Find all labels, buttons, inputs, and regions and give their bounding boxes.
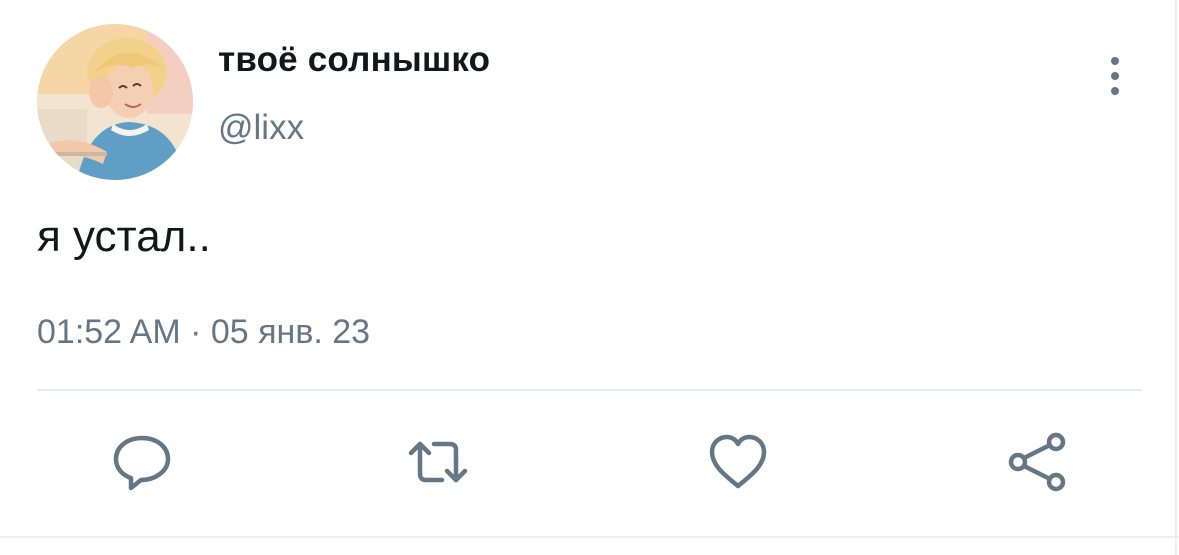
tweet-timestamp[interactable]: 01:52 AM · 05 янв. 23 — [37, 313, 370, 352]
divider — [37, 389, 1142, 391]
user-handle[interactable]: @lixx — [218, 108, 304, 148]
retweet-icon — [408, 441, 468, 483]
share-button[interactable] — [1004, 430, 1068, 494]
avatar[interactable] — [37, 24, 193, 180]
retweet-button[interactable] — [406, 430, 470, 494]
tweet-text: я устал.. — [37, 212, 211, 261]
share-icon — [1008, 432, 1066, 492]
tweet-card: твоё солнышко @lixx я устал.. 01:52 AM ·… — [0, 0, 1179, 555]
more-options-button[interactable] — [1099, 52, 1131, 100]
bottom-border — [0, 536, 1179, 538]
more-vertical-icon — [1111, 57, 1119, 95]
reply-button[interactable] — [110, 430, 174, 494]
heart-icon — [709, 434, 767, 489]
right-border — [1175, 0, 1177, 555]
display-name[interactable]: твоё солнышко — [218, 40, 490, 80]
reply-icon — [113, 435, 171, 491]
like-button[interactable] — [706, 430, 770, 494]
